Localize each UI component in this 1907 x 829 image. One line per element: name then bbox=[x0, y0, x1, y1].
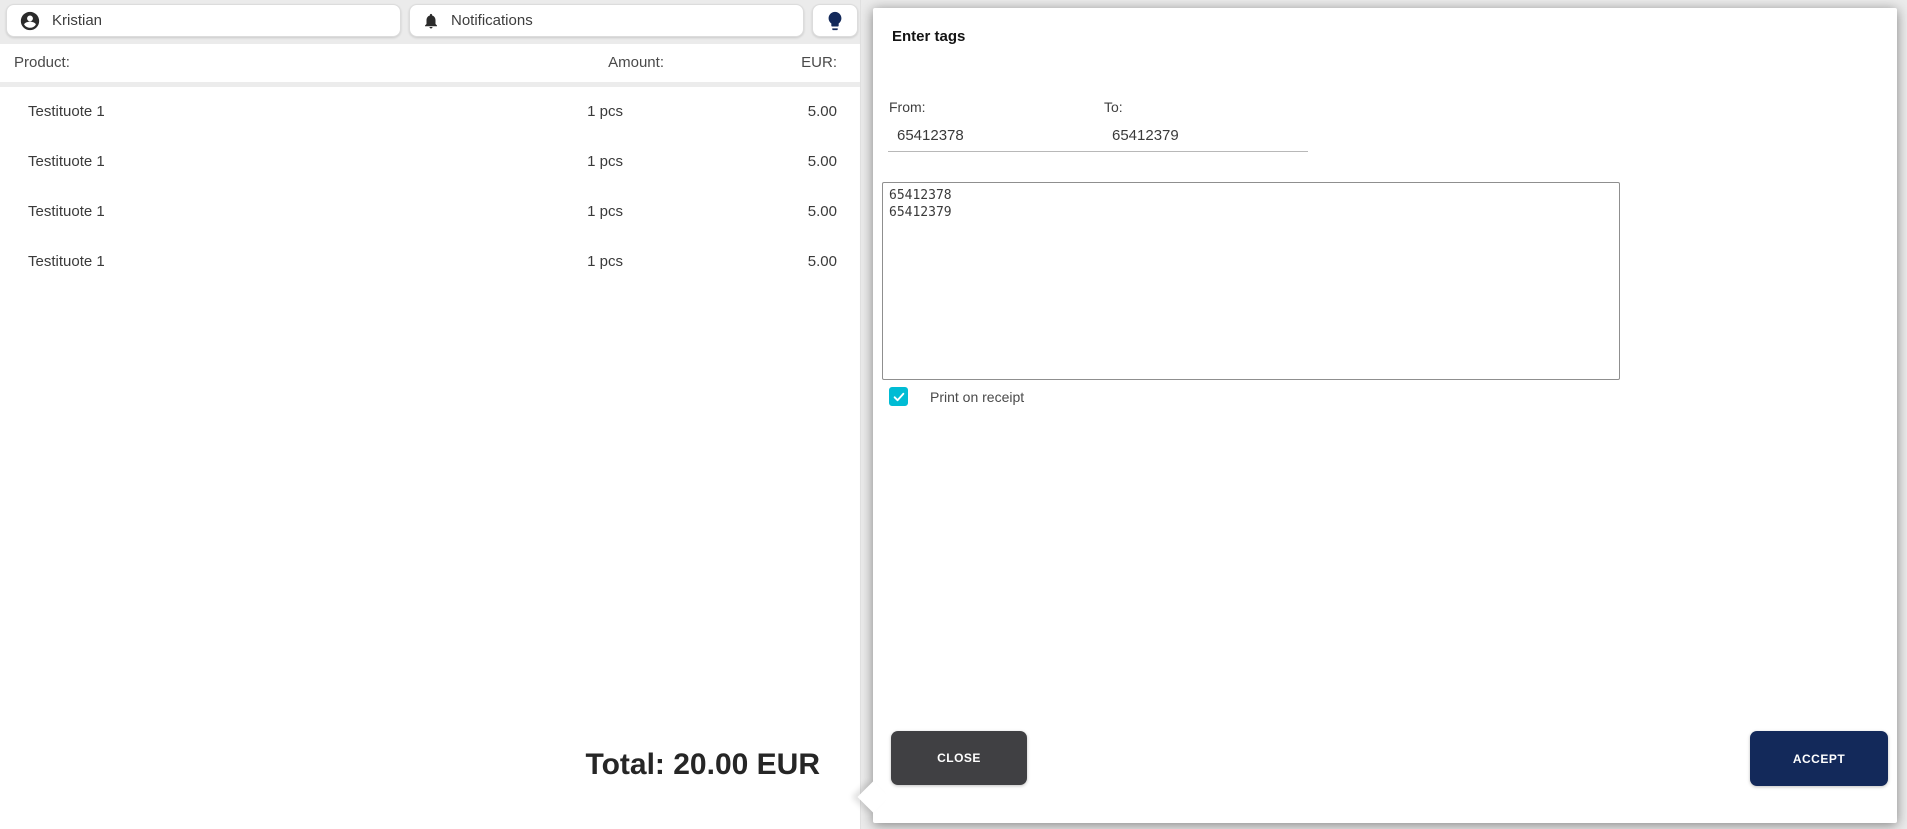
user-button[interactable]: Kristian bbox=[6, 4, 401, 37]
product-price: 5.00 bbox=[808, 137, 837, 187]
dialog-pointer-arrow bbox=[857, 781, 888, 812]
cart-row[interactable]: Testituote 1 1 pcs 5.00 bbox=[0, 137, 860, 187]
from-label: From: bbox=[889, 99, 926, 115]
tags-textarea[interactable]: 65412378 65412379 bbox=[882, 182, 1620, 380]
product-price: 5.00 bbox=[808, 87, 837, 137]
pos-screen: Kristian Notifications Product: Amount: … bbox=[0, 0, 1907, 829]
check-icon bbox=[892, 390, 906, 404]
column-header-product: Product: bbox=[14, 44, 70, 82]
cart-panel: Kristian Notifications Product: Amount: … bbox=[0, 0, 861, 829]
cart-table-header: Product: Amount: EUR: bbox=[0, 44, 860, 87]
cart-row[interactable]: Testituote 1 1 pcs 5.00 bbox=[0, 237, 860, 287]
topbar: Kristian Notifications bbox=[0, 0, 860, 44]
product-name: Testituote 1 bbox=[28, 87, 105, 137]
cart-rows: Testituote 1 1 pcs 5.00 Testituote 1 1 p… bbox=[0, 87, 860, 287]
product-amount: 1 pcs bbox=[587, 137, 623, 187]
from-input[interactable] bbox=[897, 122, 1077, 148]
product-name: Testituote 1 bbox=[28, 237, 105, 287]
product-amount: 1 pcs bbox=[587, 237, 623, 287]
cart-row[interactable]: Testituote 1 1 pcs 5.00 bbox=[0, 187, 860, 237]
cart-row[interactable]: Testituote 1 1 pcs 5.00 bbox=[0, 87, 860, 137]
column-header-eur: EUR: bbox=[801, 44, 837, 82]
product-price: 5.00 bbox=[808, 237, 837, 287]
account-circle-icon bbox=[19, 10, 41, 32]
enter-tags-dialog: Enter tags From: To: 65412378 65412379 P… bbox=[873, 8, 1897, 823]
to-input[interactable] bbox=[1112, 122, 1282, 148]
product-amount: 1 pcs bbox=[587, 87, 623, 137]
product-name: Testituote 1 bbox=[28, 137, 105, 187]
print-on-receipt-label: Print on receipt bbox=[930, 389, 1024, 405]
column-header-amount: Amount: bbox=[608, 44, 664, 82]
cart-table: Product: Amount: EUR: Testituote 1 1 pcs… bbox=[0, 44, 860, 829]
dialog-title: Enter tags bbox=[892, 28, 965, 45]
product-name: Testituote 1 bbox=[28, 187, 105, 237]
notifications-button[interactable]: Notifications bbox=[409, 4, 804, 37]
to-label: To: bbox=[1104, 99, 1123, 115]
tips-button[interactable] bbox=[812, 4, 858, 37]
bell-icon bbox=[422, 12, 440, 30]
range-fields-underline bbox=[888, 151, 1308, 152]
lightbulb-icon bbox=[824, 10, 846, 32]
user-label: Kristian bbox=[52, 12, 102, 29]
close-button[interactable]: CLOSE bbox=[891, 731, 1027, 785]
cart-total: Total: 20.00 EUR bbox=[585, 748, 820, 782]
product-amount: 1 pcs bbox=[587, 187, 623, 237]
notifications-label: Notifications bbox=[451, 12, 533, 29]
print-on-receipt-option[interactable]: Print on receipt bbox=[889, 387, 1024, 406]
print-on-receipt-checkbox[interactable] bbox=[889, 387, 908, 406]
accept-button[interactable]: ACCEPT bbox=[1750, 731, 1888, 786]
product-price: 5.00 bbox=[808, 187, 837, 237]
